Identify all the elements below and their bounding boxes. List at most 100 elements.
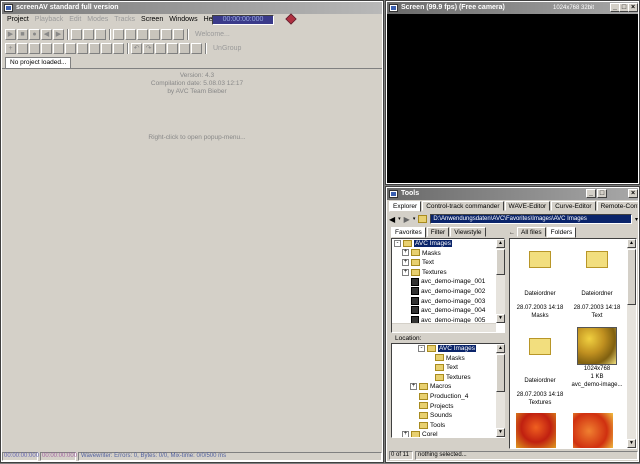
menu-tracks[interactable]: Tracks <box>111 16 138 23</box>
tree-item[interactable]: Tools <box>392 421 504 431</box>
tree-item[interactable]: - AVC Images <box>392 239 504 249</box>
location-scroll-down-arrow[interactable]: ▼ <box>496 428 505 437</box>
ungroup-button[interactable]: UnGroup <box>213 45 241 52</box>
main-title-bar[interactable]: screenAV standard full version <box>2 2 382 14</box>
menu-edit[interactable]: Edit <box>66 16 84 23</box>
tool-button-14[interactable] <box>65 42 76 54</box>
expand-icon[interactable]: + <box>402 258 409 266</box>
tool-button-12[interactable] <box>41 42 52 54</box>
location-scroll-thumb[interactable] <box>496 354 505 392</box>
tree-item[interactable]: + Masks <box>392 249 504 259</box>
forward-dropdown-icon[interactable]: ▾ <box>413 216 416 222</box>
tool-button-11[interactable] <box>29 42 40 54</box>
tools-close-button[interactable]: × <box>628 189 638 198</box>
tool-button-19[interactable] <box>155 42 166 54</box>
undo-icon[interactable]: ↶ <box>131 42 142 54</box>
tool-button-18[interactable] <box>113 42 124 54</box>
thumbnail-scrollbar[interactable]: ▲ ▼ <box>627 239 636 448</box>
menu-project[interactable]: Project <box>4 16 32 23</box>
tree-item[interactable]: avc_demo-image_004 <box>392 306 504 316</box>
tree-item[interactable]: + Textures <box>392 268 504 278</box>
tab-all-files[interactable]: All files <box>517 227 546 237</box>
tool-button-8[interactable] <box>161 28 172 40</box>
screen-title-bar[interactable]: Screen (99.9 fps) (Free camera) 1024x768… <box>387 2 638 14</box>
tab-favorites[interactable]: Favorites <box>391 227 426 238</box>
tree-item[interactable]: - AVC Images <box>392 344 504 354</box>
tool-button-10[interactable] <box>17 42 28 54</box>
tile-masks[interactable]: Dateiordner 28.07.2003 14:18 Masks <box>512 251 568 320</box>
tree-item[interactable]: avc_demo-image_003 <box>392 296 504 307</box>
tree-item[interactable]: + Text <box>392 258 504 268</box>
tab-folders[interactable]: Folders <box>546 227 577 238</box>
tile-demo-image[interactable]: 1024x768 1 KB avc_demo-image... <box>569 327 625 389</box>
tree-item[interactable]: avc_demo-image_002 <box>392 287 504 297</box>
collapse-icon[interactable]: - <box>418 344 425 352</box>
tree-item[interactable]: Production_4 <box>392 392 504 402</box>
thumb-scroll-down-arrow[interactable]: ▼ <box>627 439 636 448</box>
view-back-icon[interactable]: ← <box>509 230 515 236</box>
tools-maximize-button[interactable]: □ <box>597 189 607 198</box>
scroll-up-arrow[interactable]: ▲ <box>496 239 505 248</box>
tab-explorer[interactable]: Explorer <box>389 201 422 212</box>
next-button[interactable]: ▶ <box>53 28 64 40</box>
back-icon[interactable]: ◀ <box>389 215 395 224</box>
expand-icon[interactable]: + <box>402 431 409 437</box>
tool-button-7[interactable] <box>149 28 160 40</box>
menu-playback[interactable]: Playback <box>32 16 66 23</box>
record-button[interactable]: ● <box>29 28 40 40</box>
tool-button-17[interactable] <box>101 42 112 54</box>
tree-item[interactable]: + Macros <box>392 382 504 392</box>
expand-icon[interactable]: + <box>402 249 409 257</box>
expand-icon[interactable]: + <box>410 383 417 391</box>
menu-screen[interactable]: Screen <box>138 16 166 23</box>
scroll-thumb[interactable] <box>496 249 505 275</box>
tab-remote-control[interactable]: Remote-Control-LF <box>596 201 638 211</box>
play-button[interactable]: ▶ <box>5 28 16 40</box>
favorites-hscrollbar[interactable] <box>392 323 496 332</box>
tool-button-6[interactable] <box>137 28 148 40</box>
tab-viewstyle[interactable]: Viewstyle <box>450 227 486 237</box>
tab-filter[interactable]: Filter <box>426 227 450 237</box>
tree-item[interactable]: Projects <box>392 402 504 412</box>
forward-icon[interactable]: ▶ <box>404 215 410 224</box>
tool-button-5[interactable] <box>125 28 136 40</box>
tools-minimize-button[interactable]: _ <box>586 189 596 198</box>
tree-item[interactable]: Textures <box>392 373 504 383</box>
image-thumbnail-3[interactable] <box>573 413 613 448</box>
tool-button-3[interactable] <box>95 28 106 40</box>
redo-icon[interactable]: ↷ <box>143 42 154 54</box>
tab-curve-editor[interactable]: Curve-Editor <box>551 201 596 211</box>
back-dropdown-icon[interactable]: ▾ <box>398 216 401 222</box>
location-scroll-up-arrow[interactable]: ▲ <box>496 344 505 353</box>
path-field[interactable]: D:\Anwendungsdaten\AVC\Favorites\Images\… <box>430 214 632 224</box>
tool-button-16[interactable] <box>89 42 100 54</box>
tool-button-4[interactable] <box>113 28 124 40</box>
favorites-scrollbar[interactable]: ▲ ▼ <box>496 239 505 323</box>
location-scrollbar[interactable]: ▲ ▼ <box>496 344 505 437</box>
tool-button-13[interactable] <box>53 42 64 54</box>
screen-preview[interactable] <box>387 14 638 183</box>
tool-button-15[interactable] <box>77 42 88 54</box>
tile-textures[interactable]: Dateiordner 28.07.2003 14:18 Textures <box>512 338 568 407</box>
expand-icon[interactable]: + <box>402 268 409 276</box>
tool-button-9[interactable] <box>173 28 184 40</box>
thumb-scroll-thumb[interactable] <box>627 249 636 305</box>
tool-button-2[interactable] <box>83 28 94 40</box>
tab-control-track-commander[interactable]: Control-track commander <box>422 201 504 211</box>
scroll-down-arrow[interactable]: ▼ <box>496 314 505 323</box>
image-thumbnail-2[interactable] <box>516 413 556 448</box>
stop-button[interactable]: ■ <box>17 28 28 40</box>
add-icon[interactable]: + <box>5 42 16 54</box>
tile-text[interactable]: Dateiordner 28.07.2003 14:18 Text <box>569 251 625 320</box>
tool-button-21[interactable] <box>179 42 190 54</box>
prev-button[interactable]: ◀ <box>41 28 52 40</box>
thumb-scroll-up-arrow[interactable]: ▲ <box>627 239 636 248</box>
tools-title-bar[interactable]: Tools _ □ × <box>387 188 638 200</box>
tab-wave-editor[interactable]: WAVE-Editor <box>504 201 551 211</box>
menu-windows[interactable]: Windows <box>166 16 200 23</box>
up-folder-icon[interactable] <box>418 215 428 223</box>
welcome-button[interactable]: Welcome... <box>195 31 230 38</box>
collapse-icon[interactable]: - <box>394 239 401 247</box>
tree-item[interactable]: Text <box>392 363 504 373</box>
tree-item[interactable]: avc_demo-image_001 <box>392 277 504 287</box>
